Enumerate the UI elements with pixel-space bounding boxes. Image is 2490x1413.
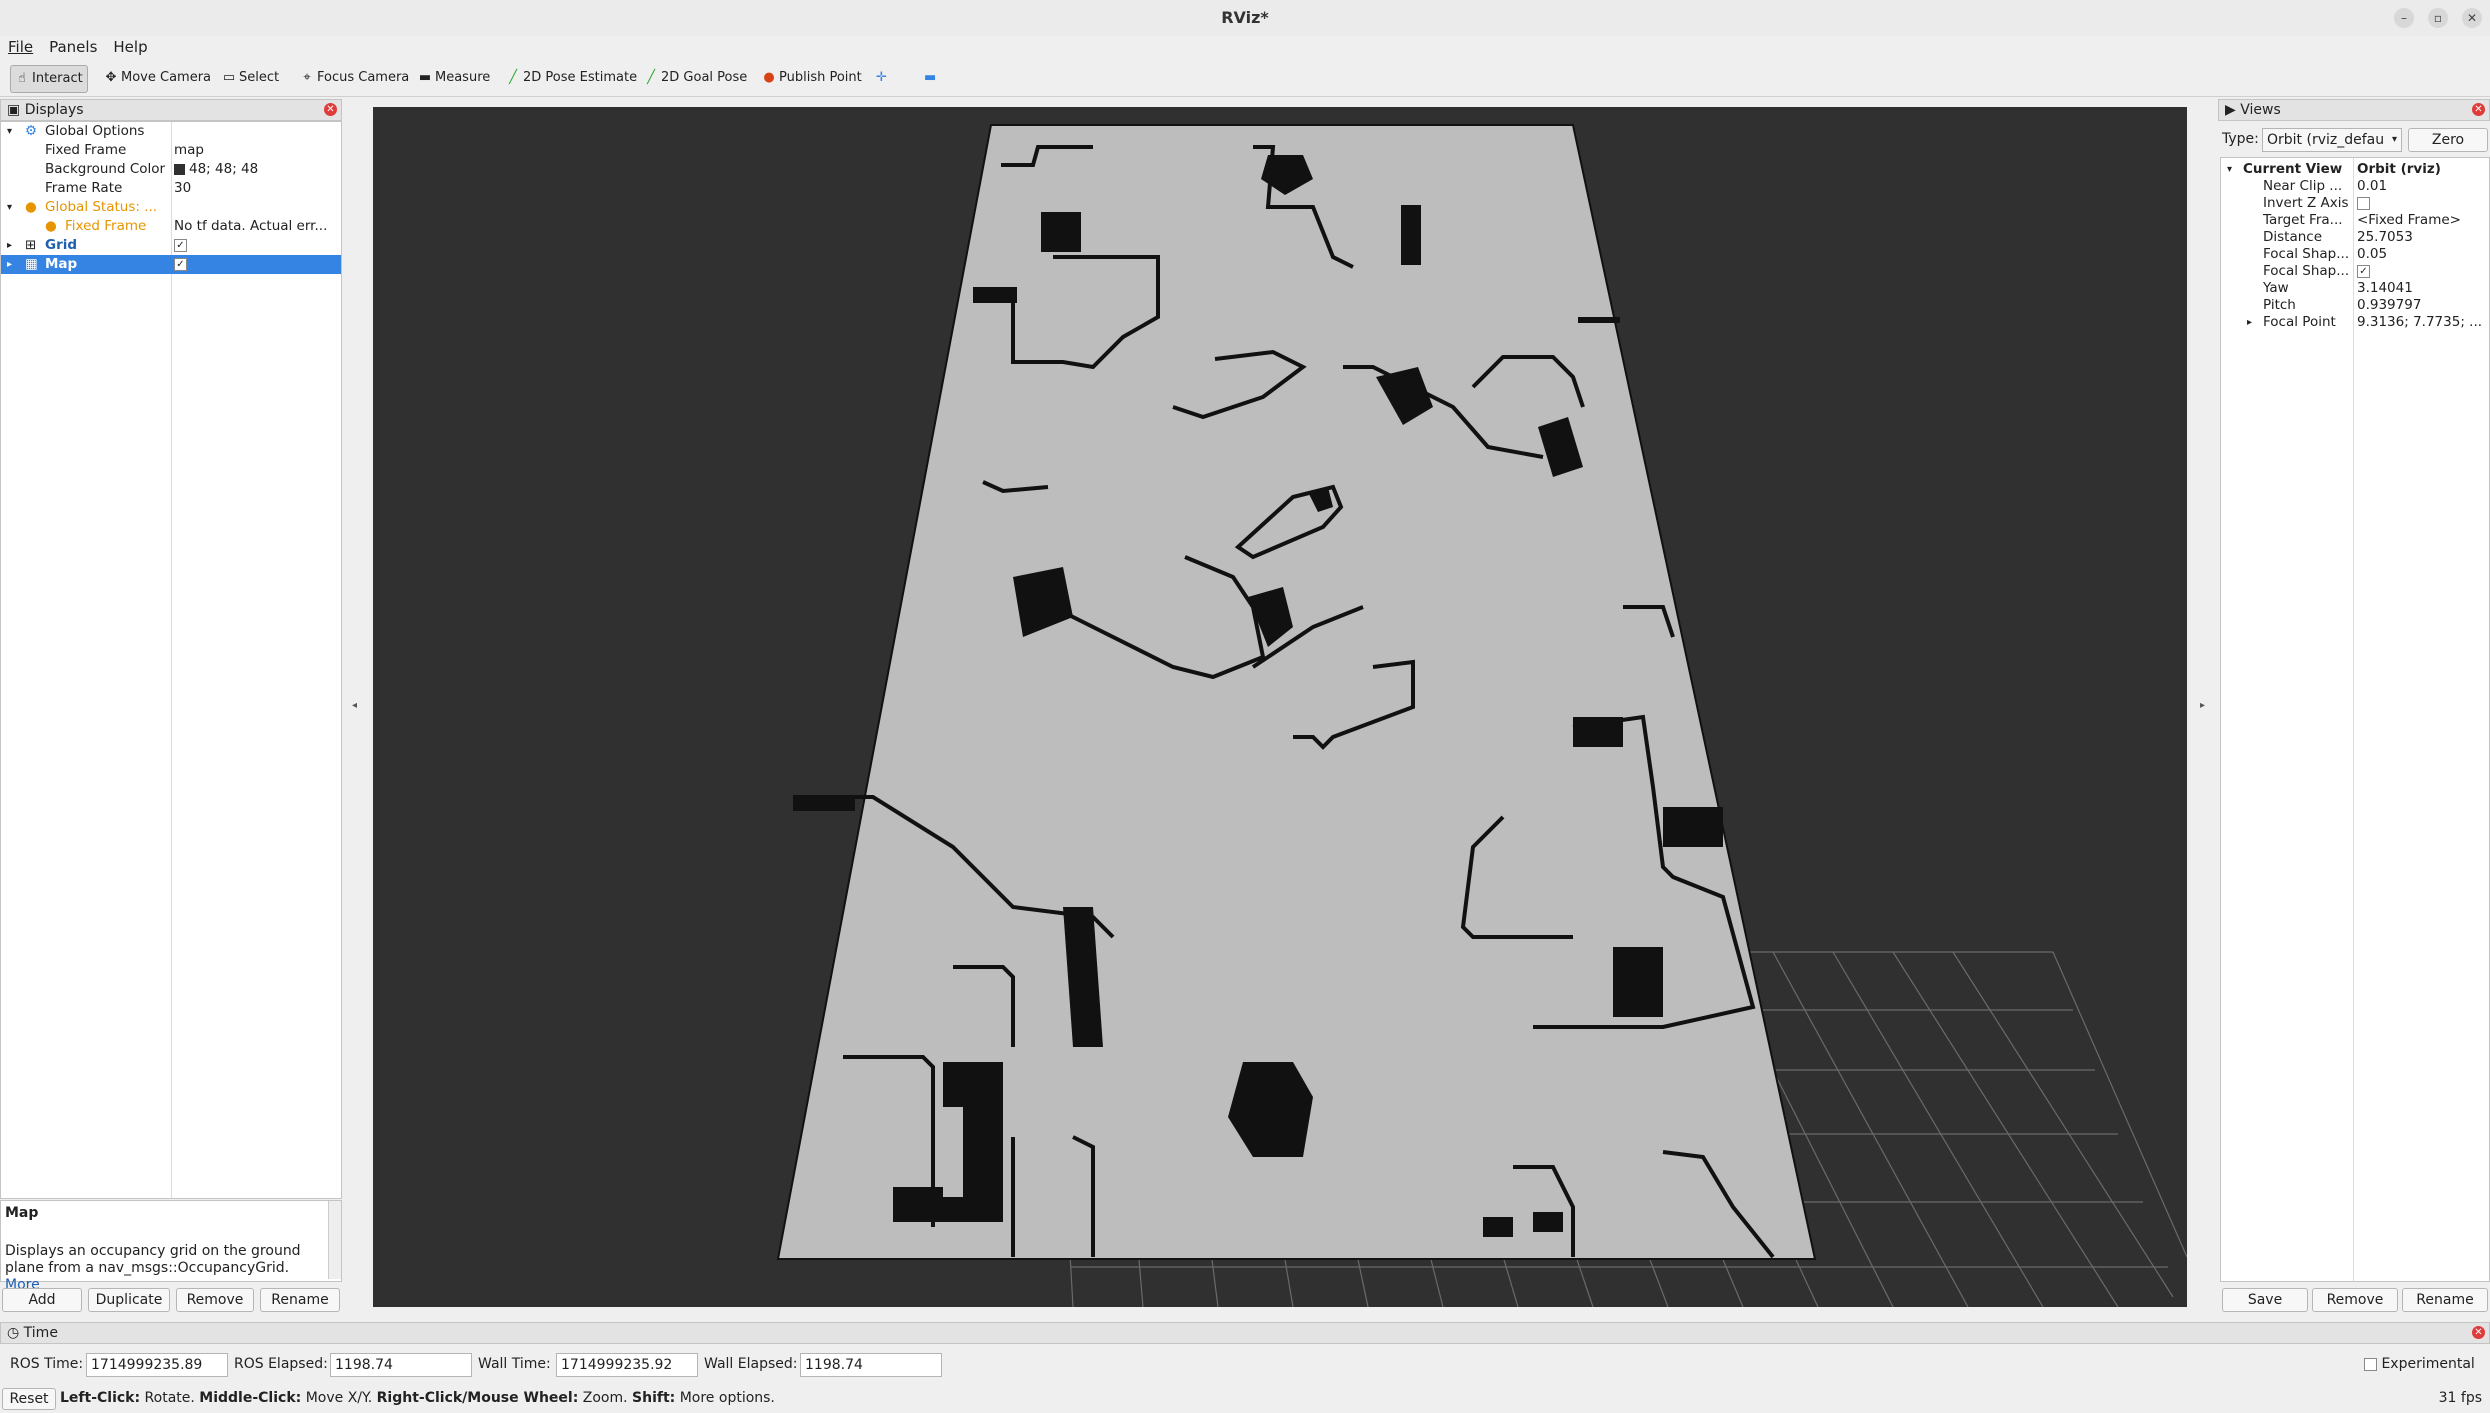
menu-file[interactable]: File <box>0 36 41 58</box>
displays-tree: ▾ ⚙ Global Options Fixed Frame map Backg… <box>0 121 342 1199</box>
rename-view-button[interactable]: Rename <box>2402 1288 2488 1312</box>
warning-icon: ● <box>25 199 37 215</box>
menu-help[interactable]: Help <box>105 36 155 58</box>
move-camera-tool[interactable]: ✥ Move Camera <box>100 65 215 91</box>
monitor-icon: ▣ <box>7 102 21 118</box>
view-row-focal-point[interactable]: ▸ Focal Point 9.3136; 7.7735; ... <box>2221 313 2489 332</box>
duplicate-display-button[interactable]: Duplicate <box>88 1288 170 1312</box>
close-icon[interactable]: ✕ <box>2472 1326 2485 1339</box>
wall-time-field[interactable]: 1714999235.92 <box>556 1353 698 1377</box>
chevron-down-icon: ▾ <box>2391 134 2397 145</box>
grid-checkbox[interactable]: ✓ <box>174 238 187 252</box>
tree-row-grid[interactable]: ▸ ⊞ Grid ✓ <box>1 236 341 255</box>
menu-bar: File Panels Help <box>0 36 2490 60</box>
window-title: RViz* <box>1221 8 1269 27</box>
remove-display-button[interactable]: Remove <box>176 1288 254 1312</box>
chevron-down-icon: ▾ <box>7 126 13 137</box>
3d-viewport[interactable] <box>373 107 2187 1307</box>
collapse-left-icon[interactable]: ◂ <box>352 700 357 711</box>
arrow-icon: ╱ <box>647 70 655 85</box>
remove-view-button[interactable]: Remove <box>2312 1288 2398 1312</box>
pose-estimate-tool[interactable]: ╱ 2D Pose Estimate <box>502 65 641 91</box>
focal-shape-checkbox[interactable]: ✓ <box>2357 264 2370 278</box>
ros-elapsed-label: ROS Elapsed: <box>234 1356 328 1372</box>
add-display-button[interactable]: Add <box>2 1288 82 1312</box>
display-description: Map Displays an occupancy grid on the gr… <box>0 1200 342 1293</box>
focus-camera-tool[interactable]: ⌖ Focus Camera <box>296 65 413 91</box>
description-text: Displays an occupancy grid on the ground… <box>5 1243 301 1293</box>
chevron-right-icon[interactable]: ▸ <box>7 255 12 274</box>
tree-row-frame-rate[interactable]: Frame Rate 30 <box>1 179 341 198</box>
move-icon: ✥ <box>105 70 117 85</box>
remove-tool-icon[interactable]: ▬ <box>920 65 940 91</box>
close-icon[interactable]: ✕ <box>324 103 337 116</box>
clock-icon: ◷ <box>7 1325 20 1341</box>
publish-point-tool[interactable]: ● Publish Point <box>758 65 866 91</box>
measure-tool[interactable]: ▬ Measure <box>414 65 494 91</box>
goal-pose-tool[interactable]: ╱ 2D Goal Pose <box>640 65 751 91</box>
tree-row-global-status[interactable]: ▾ ● Global Status: ... <box>1 198 341 217</box>
warning-icon: ● <box>45 218 57 234</box>
minimize-icon[interactable]: – <box>2394 8 2414 28</box>
interact-tool[interactable]: ☝ Interact <box>10 65 88 93</box>
experimental-checkbox[interactable] <box>2364 1357 2377 1371</box>
time-header: ◷ Time ✕ <box>0 1322 2490 1344</box>
focus-icon: ⌖ <box>303 70 311 85</box>
map-icon: ▦ <box>25 256 38 272</box>
experimental-toggle[interactable]: Experimental <box>2364 1353 2475 1375</box>
tree-row-global-options[interactable]: ▾ ⚙ Global Options <box>1 122 341 141</box>
tree-row-fixed-frame[interactable]: Fixed Frame map <box>1 141 341 160</box>
add-tool-icon[interactable]: ✛ <box>872 65 891 91</box>
chevron-right-icon[interactable]: ▸ <box>2247 313 2252 332</box>
save-view-button[interactable]: Save <box>2222 1288 2308 1312</box>
chevron-right-icon[interactable]: ▸ <box>7 236 12 255</box>
color-swatch <box>174 163 185 175</box>
views-type-label: Type: <box>2222 131 2259 147</box>
menu-panels[interactable]: Panels <box>41 36 105 58</box>
map-render[interactable] <box>373 107 2187 1307</box>
select-icon: ▭ <box>222 70 236 85</box>
chevron-down-icon: ▾ <box>7 202 13 213</box>
tree-row-map[interactable]: ▸ ▦ Map ✓ <box>1 255 341 274</box>
tree-row-background-color[interactable]: Background Color 48; 48; 48 <box>1 160 341 179</box>
toolbar: ☝ Interact ✥ Move Camera ▭ Select ⌖ Focus Ca… <box>0 60 2490 97</box>
description-scrollbar[interactable] <box>328 1201 341 1279</box>
ros-time-field[interactable]: 1714999235.89 <box>86 1353 228 1377</box>
view-type-select[interactable]: Orbit (rviz_defau ▾ <box>2262 128 2402 152</box>
reset-button[interactable]: Reset <box>2 1388 56 1410</box>
gear-icon: ⚙ <box>25 123 38 139</box>
fps-readout: 31 fps <box>2438 1390 2482 1406</box>
camera-icon: ▶ <box>2225 102 2236 118</box>
title-bar: RViz* – ▫ ✕ <box>0 0 2490 37</box>
wall-time-label: Wall Time: <box>478 1356 551 1372</box>
ruler-icon: ▬ <box>418 70 432 85</box>
grid-icon: ⊞ <box>25 237 37 253</box>
invert-z-checkbox[interactable] <box>2357 196 2370 210</box>
maximize-icon[interactable]: ▫ <box>2428 8 2448 28</box>
tree-row-status-fixed-frame[interactable]: ● Fixed Frame No tf data. Actual err... <box>1 217 341 236</box>
views-tree: ▾ Current View Orbit (rviz) Near Clip ..… <box>2220 157 2490 1282</box>
close-icon[interactable]: ✕ <box>2472 103 2485 116</box>
status-hint: Left-Click: Rotate. Middle-Click: Move X… <box>60 1390 775 1406</box>
collapse-right-icon[interactable]: ▸ <box>2200 700 2205 711</box>
rename-display-button[interactable]: Rename <box>260 1288 340 1312</box>
ros-time-label: ROS Time: <box>10 1356 84 1372</box>
wall-elapsed-label: Wall Elapsed: <box>704 1356 798 1372</box>
description-title: Map <box>5 1205 39 1221</box>
arrow-icon: ╱ <box>509 70 517 85</box>
zero-button[interactable]: Zero <box>2408 128 2488 152</box>
wall-elapsed-field[interactable]: 1198.74 <box>800 1353 942 1377</box>
map-checkbox[interactable]: ✓ <box>174 257 187 271</box>
close-window-icon[interactable]: ✕ <box>2462 8 2482 28</box>
select-tool[interactable]: ▭ Select <box>218 65 283 91</box>
pin-icon: ● <box>763 70 775 85</box>
hand-icon: ☝ <box>18 71 26 86</box>
ros-elapsed-field[interactable]: 1198.74 <box>330 1353 472 1377</box>
views-header: ▶ Views ✕ <box>2218 99 2490 121</box>
displays-header: ▣ Displays ✕ <box>0 99 342 121</box>
